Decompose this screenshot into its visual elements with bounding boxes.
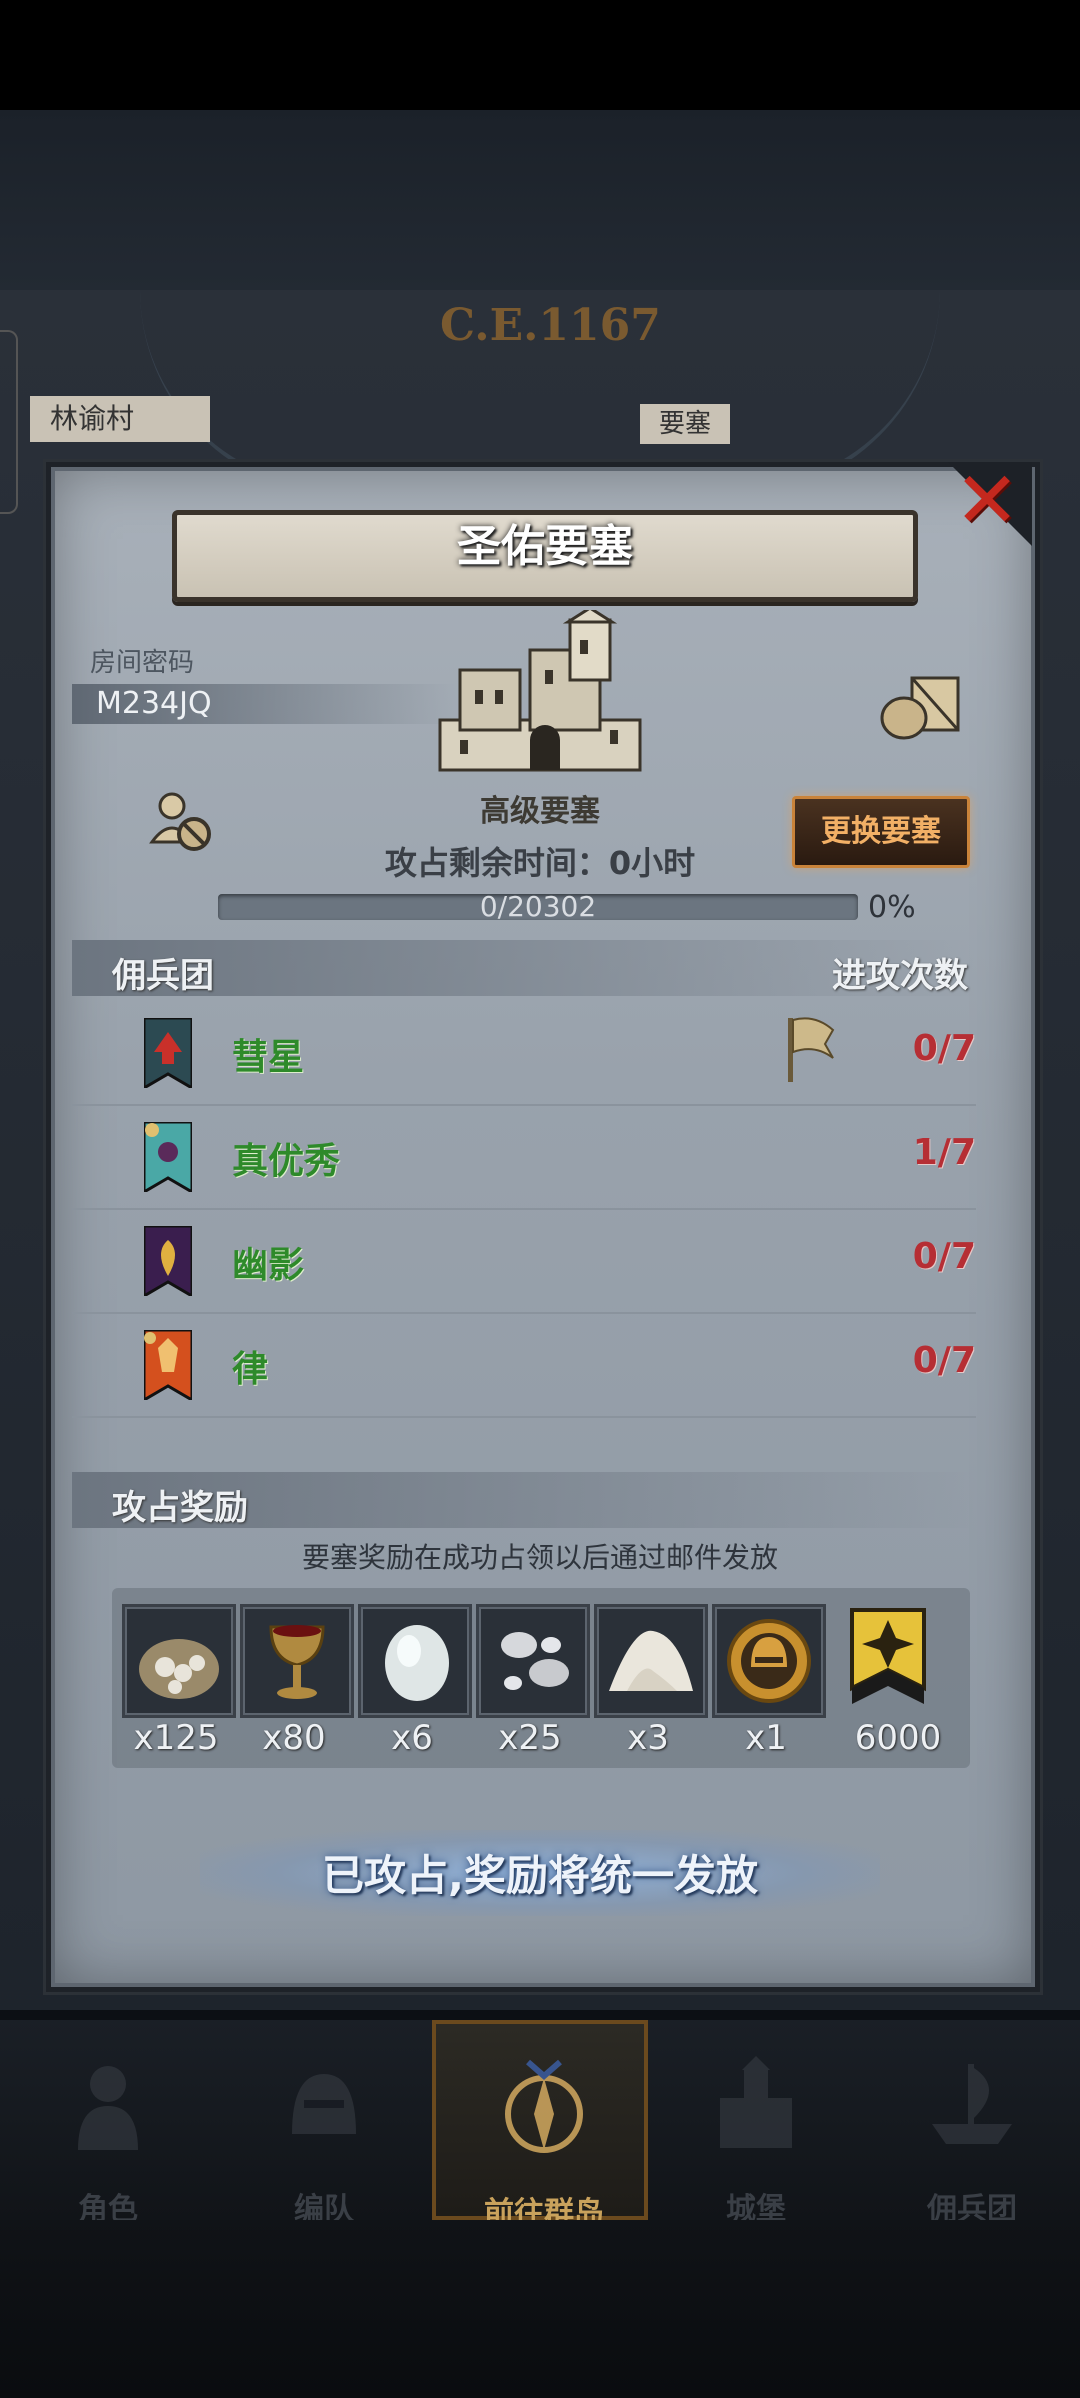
mercenary-name: 幽影 xyxy=(232,1245,305,1286)
nav-formation[interactable]: 编队 xyxy=(216,2020,432,2227)
capture-timer: 攻占剩余时间：0小时 xyxy=(384,844,696,882)
law-banner-icon xyxy=(144,1330,192,1400)
stone-icon xyxy=(385,1625,449,1701)
nav-character[interactable]: 角色 xyxy=(0,2020,216,2227)
reward-header-label: 攻占奖励 xyxy=(112,1488,248,1528)
mercenary-name: 真优秀 xyxy=(232,1141,341,1182)
progress-text: 0/20302 xyxy=(479,890,597,923)
guild-banner-icon[interactable] xyxy=(848,1606,928,1712)
nav-islands[interactable]: 前往群岛 xyxy=(432,2020,648,2231)
salt-pile-icon xyxy=(609,1630,693,1691)
capture-status: 已攻占,奖励将统一发放 xyxy=(322,1851,758,1900)
castle-nav-icon xyxy=(720,2056,792,2148)
fort-tag[interactable]: 要塞 xyxy=(640,404,730,444)
mercenary-row[interactable]: 律 0/7 xyxy=(72,1312,976,1418)
reward-item[interactable] xyxy=(240,1604,354,1718)
mercenary-row[interactable]: 彗星 0/7 xyxy=(72,1000,976,1106)
room-code-label: 房间密码 xyxy=(90,648,195,678)
reward-header: 攻占奖励 xyxy=(72,1472,976,1528)
mercenary-row[interactable]: 幽影 0/7 xyxy=(72,1208,976,1314)
reward-qty: x25 xyxy=(498,1718,562,1758)
close-icon[interactable]: ✕ xyxy=(952,462,1022,540)
ship-icon xyxy=(932,2064,1012,2144)
attack-count: 0/7 xyxy=(912,1236,976,1277)
flag-icon xyxy=(788,1017,835,1082)
background-band xyxy=(0,110,1080,290)
ore-sack-icon xyxy=(139,1639,219,1699)
attack-count-header: 进攻次数 xyxy=(832,956,968,996)
flower-banner-icon xyxy=(144,1122,192,1192)
progress-percent: 0% xyxy=(868,890,916,925)
attack-count: 1/7 xyxy=(912,1132,976,1173)
reward-item[interactable] xyxy=(594,1604,708,1718)
castle-icon xyxy=(438,610,642,772)
reward-qty: x80 xyxy=(262,1718,326,1758)
mercenary-header: 佣兵团 进攻次数 xyxy=(72,940,976,996)
mercenary-name: 彗星 xyxy=(232,1037,305,1078)
fort-level: 高级要塞 xyxy=(480,794,600,829)
reward-qty: x3 xyxy=(627,1718,669,1758)
dialog-title: 圣佑要塞 xyxy=(457,521,633,572)
mercenary-name: 律 xyxy=(232,1349,269,1390)
helmet-medal-icon xyxy=(727,1619,811,1703)
change-fortress-button[interactable]: 更换要塞 xyxy=(792,796,970,868)
helmet-icon xyxy=(292,2074,356,2134)
compass-icon xyxy=(505,2059,583,2153)
system-top-bar xyxy=(0,0,1080,110)
nav-mercenary[interactable]: 佣兵团 xyxy=(864,2020,1080,2227)
room-code: M234JQ xyxy=(72,684,456,724)
village-tag[interactable]: 林谕村 xyxy=(30,396,210,442)
silver-pearls-icon xyxy=(501,1632,569,1690)
reward-item[interactable] xyxy=(358,1604,472,1718)
user-ban-icon[interactable] xyxy=(146,786,216,856)
attack-count: 0/7 xyxy=(912,1340,976,1381)
lower-background xyxy=(0,2220,1080,2398)
side-handle[interactable] xyxy=(0,330,18,514)
mercenary-row[interactable]: 真优秀 1/7 xyxy=(72,1104,976,1210)
goblet-icon xyxy=(269,1625,325,1699)
year-label: C.E.1167 xyxy=(440,300,661,351)
knight-icon xyxy=(78,2066,138,2150)
reward-qty: 6000 xyxy=(854,1718,942,1758)
nav-castle[interactable]: 城堡 xyxy=(648,2020,864,2227)
reward-qty: x125 xyxy=(133,1718,219,1758)
reward-item[interactable] xyxy=(476,1604,590,1718)
reward-item[interactable] xyxy=(712,1604,826,1718)
shadow-banner-icon xyxy=(144,1226,192,1296)
reward-qty: x1 xyxy=(745,1718,787,1758)
mercenary-header-label: 佣兵团 xyxy=(112,956,214,996)
comet-banner-icon xyxy=(144,1018,192,1088)
supply-crate-icon[interactable] xyxy=(878,670,964,742)
reward-qty: x6 xyxy=(391,1718,433,1758)
attack-count: 0/7 xyxy=(912,1028,976,1069)
reward-note: 要塞奖励在成功占领以后通过邮件发放 xyxy=(301,1541,778,1574)
reward-item[interactable] xyxy=(122,1604,236,1718)
